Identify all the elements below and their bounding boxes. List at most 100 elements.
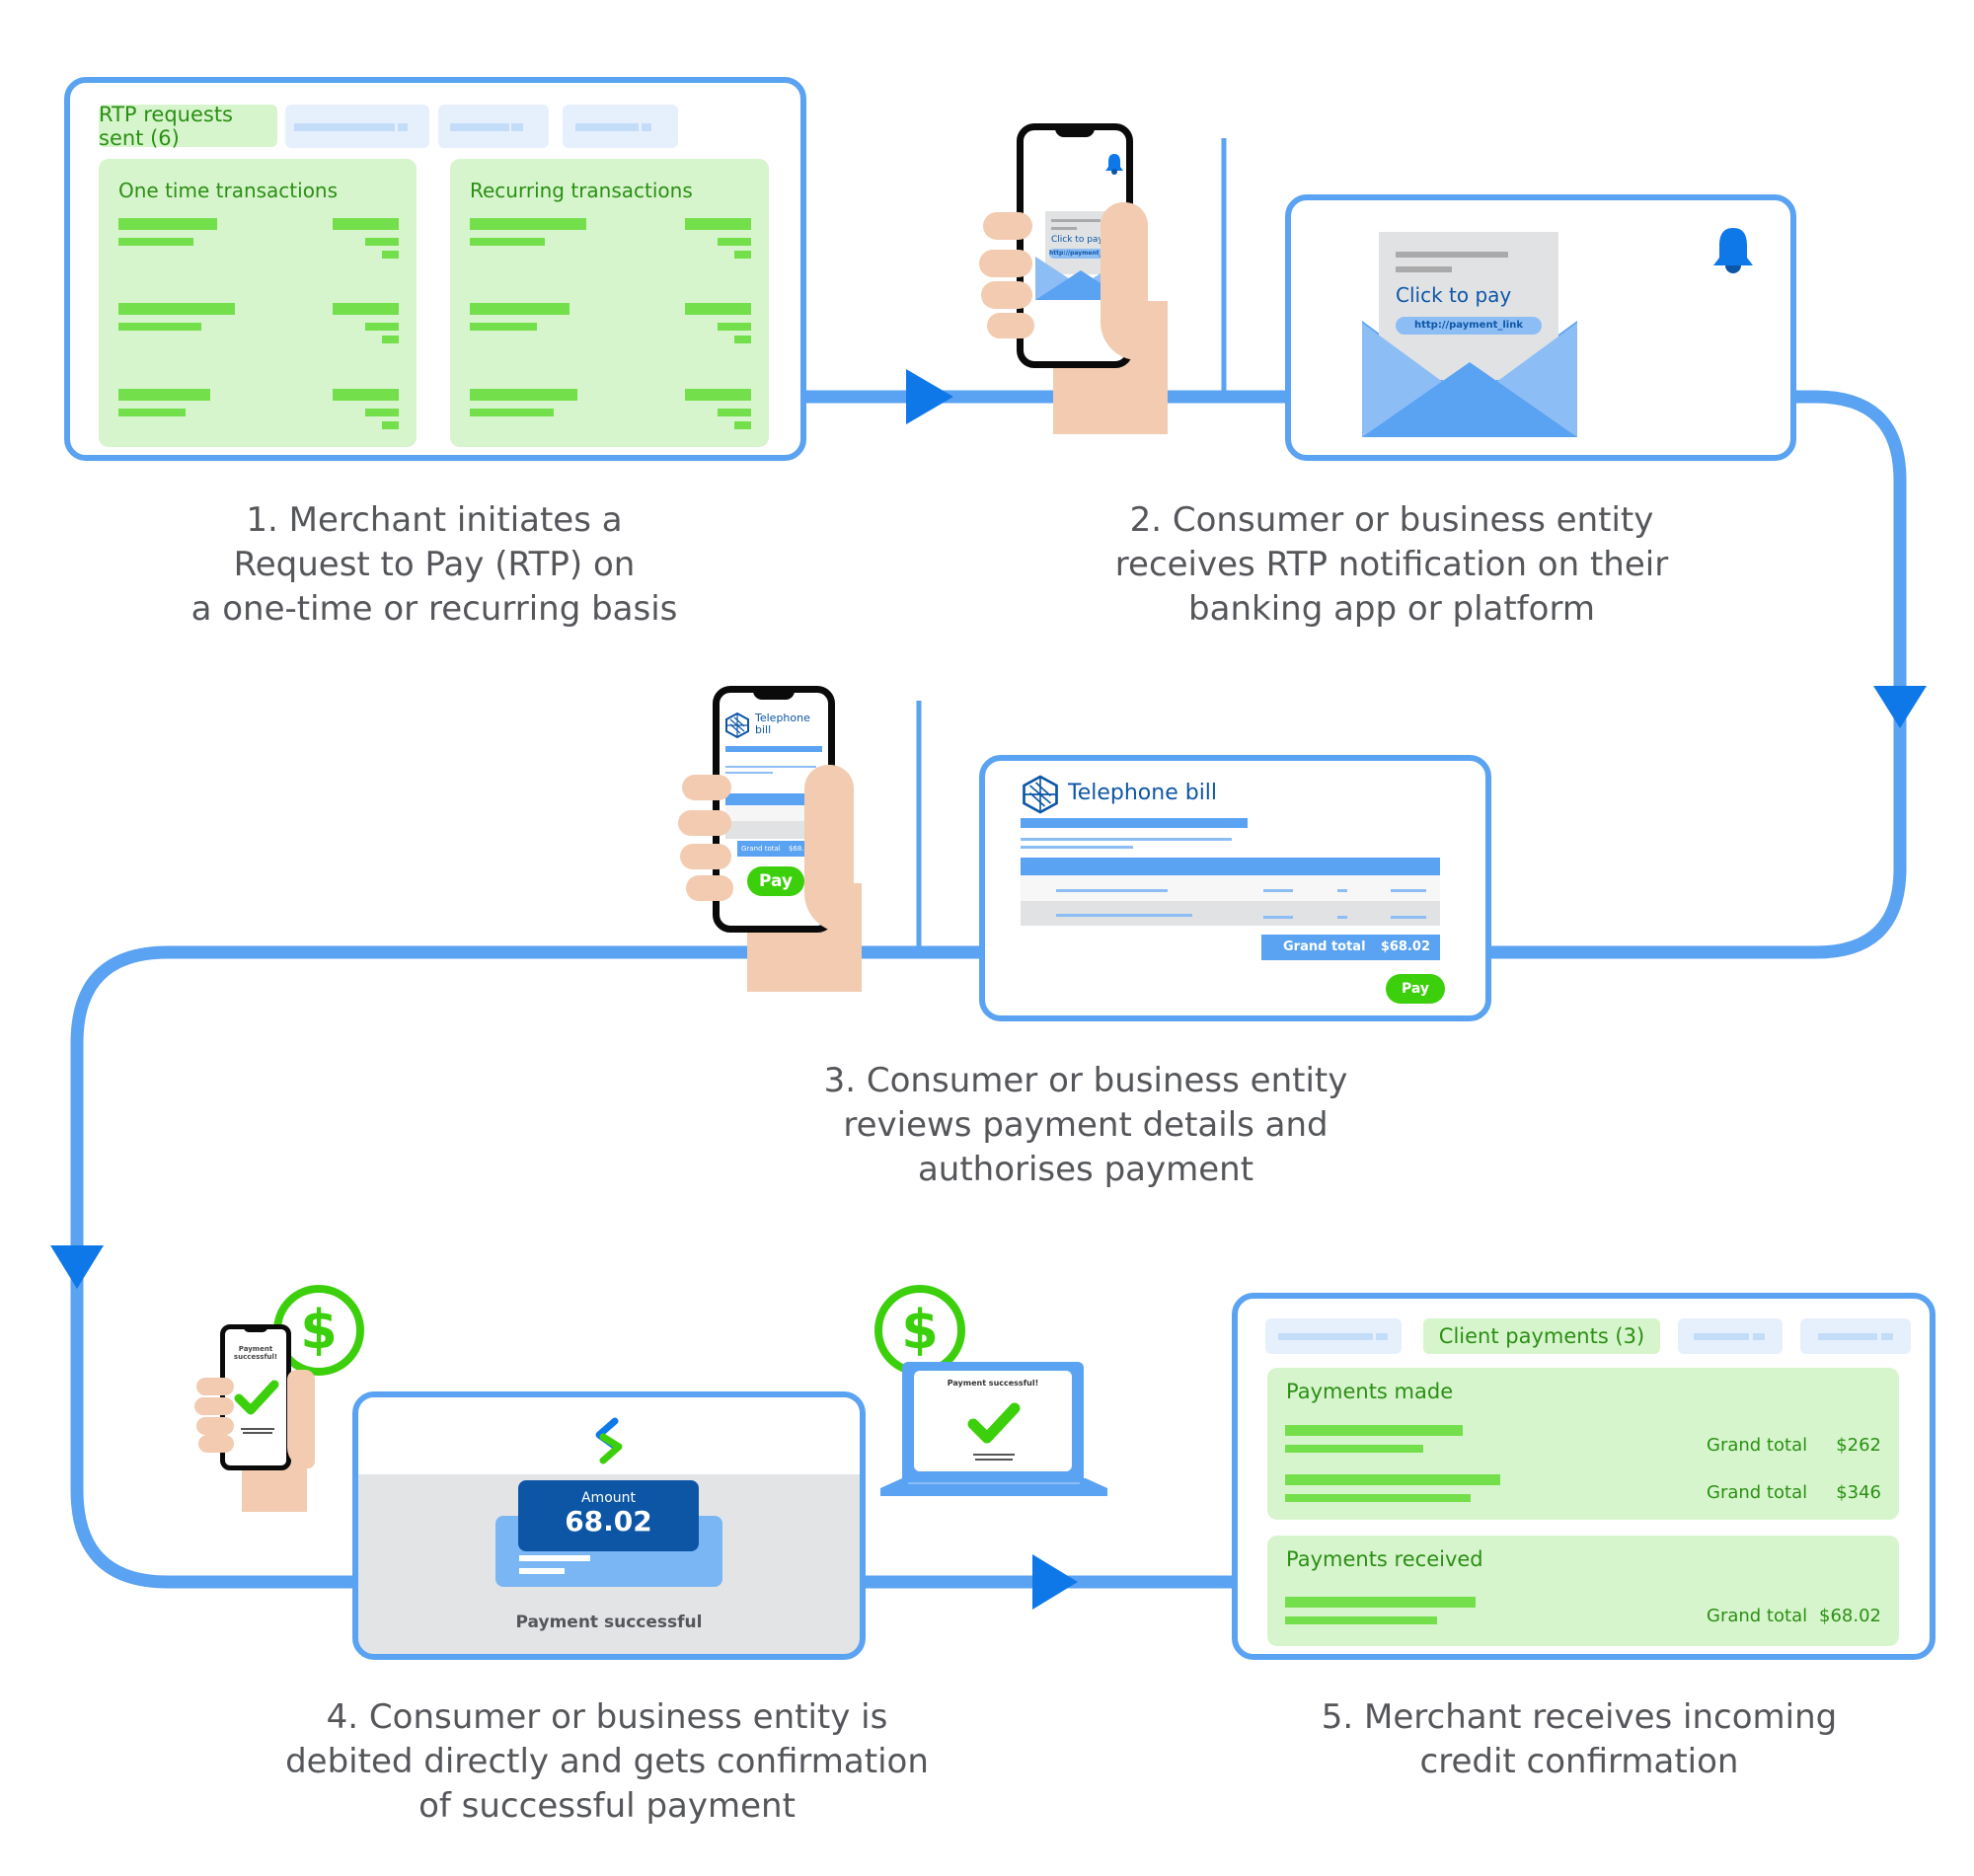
bell-icon	[1713, 228, 1753, 273]
pay-button[interactable]: Pay	[747, 866, 804, 896]
tab-placeholder[interactable]	[285, 105, 429, 148]
caption-line: Request to Pay (RTP) on	[233, 545, 636, 584]
click-to-pay-text: Click to pay	[1396, 283, 1512, 307]
checkmark-icon	[234, 1380, 279, 1415]
tab-client-payments[interactable]: Client payments (3)	[1423, 1318, 1660, 1354]
placeholder-bar	[470, 303, 569, 315]
placeholder-bar	[382, 336, 399, 343]
placeholder-bar	[685, 389, 751, 401]
hand-fingers	[682, 775, 731, 800]
placeholder-bar	[365, 238, 399, 246]
placeholder-bar	[118, 218, 217, 230]
arrow-down-icon	[50, 1245, 104, 1289]
caption-line: of successful payment	[418, 1786, 796, 1826]
caption-line: 5. Merchant receives incoming	[1321, 1697, 1838, 1737]
hand-fingers	[194, 1397, 234, 1415]
bill-title: Telephone bill	[755, 712, 810, 736]
bill-table-header	[1021, 858, 1440, 875]
pay-button[interactable]: Pay	[1386, 974, 1445, 1004]
caption-line: 1. Merchant initiates a	[246, 500, 623, 540]
arrow-down-icon	[1873, 686, 1927, 728]
placeholder-bar	[734, 251, 751, 259]
arrow-right-icon	[906, 369, 953, 424]
tab-placeholder[interactable]	[1800, 1318, 1911, 1354]
company-logo-icon	[725, 713, 749, 738]
placeholder-bar	[718, 409, 751, 416]
caption-line: receives RTP notification on their	[1114, 545, 1669, 584]
rtp-dashboard-card: RTP requests sent (6) One time transacti…	[64, 77, 806, 461]
grand-total-label: Grand total	[1707, 1435, 1808, 1456]
tab-placeholder[interactable]	[563, 105, 678, 148]
bill-title: Telephone bill	[1068, 781, 1218, 805]
placeholder-bar	[470, 218, 586, 230]
tab-rtp-requests-sent[interactable]: RTP requests sent (6)	[99, 103, 277, 150]
company-logo-icon	[1023, 775, 1058, 814]
grand-total-value: $68.02	[1819, 1606, 1881, 1626]
hand-thumb	[804, 765, 854, 933]
hand-fingers	[196, 1417, 234, 1435]
hand-fingers	[983, 212, 1032, 240]
placeholder-bar	[118, 238, 193, 246]
tab-placeholder[interactable]	[1678, 1318, 1783, 1354]
caption-line: 2. Consumer or business entity	[1129, 500, 1654, 540]
bank-logo-icon	[595, 1417, 623, 1464]
email-envelope: Click to pay http://payment_link	[1362, 232, 1577, 437]
tab-placeholder[interactable]	[438, 105, 549, 148]
placeholder-bar	[685, 303, 751, 315]
amount-box: Amount 68.02	[518, 1480, 699, 1551]
laptop-base	[880, 1478, 1107, 1496]
grand-total-label: Grand total	[1283, 939, 1366, 954]
grand-total-label: Grand total	[741, 845, 781, 853]
notification-card: Click to pay http://payment_link	[1285, 194, 1796, 461]
step-4-caption: 4. Consumer or business entity is debite…	[247, 1695, 967, 1829]
caption-line: authorises payment	[917, 1150, 1254, 1189]
panel-title: Payments made	[1286, 1380, 1454, 1403]
placeholder-bar	[470, 238, 545, 246]
placeholder-bar	[734, 336, 751, 343]
placeholder-bar	[734, 421, 751, 429]
checkmark-icon	[967, 1402, 1021, 1444]
laptop-screen: Payment successful!	[902, 1362, 1084, 1480]
placeholder-bar	[382, 251, 399, 259]
step-3-caption: 3. Consumer or business entity reviews p…	[790, 1059, 1382, 1192]
grand-total-value: $68.02	[1380, 939, 1430, 954]
bill-table-row	[1021, 875, 1440, 901]
placeholder-bar	[118, 389, 210, 401]
placeholder-bar	[382, 421, 399, 429]
step-5-caption: 5. Merchant receives incoming credit con…	[1253, 1695, 1905, 1784]
hand-fingers	[686, 875, 733, 901]
caption-line: 4. Consumer or business entity is	[326, 1697, 888, 1737]
grand-total-bar: Grand total $68.02	[1261, 935, 1440, 960]
hand-holding-phone-success: $ Payment successful!	[192, 1283, 370, 1512]
placeholder-bar	[685, 218, 751, 230]
amount-value: 68.02	[565, 1505, 652, 1538]
grand-total-value: $262	[1836, 1435, 1881, 1456]
hand-fingers	[981, 281, 1032, 309]
grand-total-label: Grand total	[1707, 1482, 1808, 1503]
arrow-right-icon	[1032, 1554, 1078, 1610]
hand-holding-phone: Telephone bill Grand total $68.02 Pay	[676, 686, 883, 992]
grand-total-label: Grand total	[1707, 1606, 1808, 1626]
caption-line: banking app or platform	[1188, 589, 1595, 629]
grand-total-value: $346	[1836, 1482, 1881, 1503]
placeholder-bar	[470, 323, 537, 331]
placeholder-bar	[333, 218, 399, 230]
svg-text:$: $	[901, 1299, 939, 1361]
placeholder-bar	[365, 409, 399, 416]
panel-title: One time transactions	[118, 179, 339, 202]
placeholder-bar	[365, 323, 399, 331]
placeholder-bar	[118, 303, 235, 315]
amount-label: Amount	[580, 1490, 636, 1506]
payment-successful-text: Payment successful!	[947, 1379, 1039, 1388]
hand-fingers	[198, 1435, 234, 1453]
placeholder-bar	[333, 389, 399, 401]
hand-fingers	[680, 844, 731, 869]
hand-thumb	[287, 1370, 315, 1468]
placeholder-bar	[118, 409, 186, 416]
panel-title: Payments received	[1286, 1547, 1483, 1571]
caption-line: reviews payment details and	[843, 1105, 1329, 1145]
flow-line-2-3	[1489, 390, 1907, 959]
placeholder-bar	[333, 303, 399, 315]
click-to-pay-text: Click to pay	[1051, 235, 1103, 245]
tab-placeholder[interactable]	[1265, 1318, 1402, 1354]
